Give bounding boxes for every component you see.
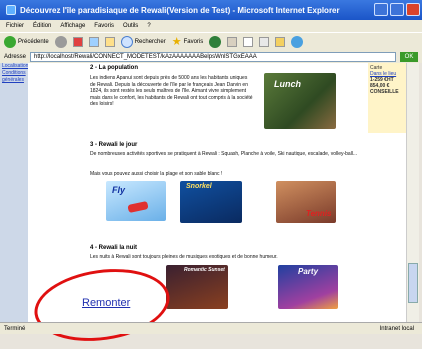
promo-price-3: CONSEILLE — [370, 89, 399, 95]
refresh-button[interactable] — [88, 36, 99, 47]
section-text-jour-2: Mais vous pouvez aussi choisir la plage … — [90, 171, 223, 177]
section-title-population: 2 - La population — [90, 65, 138, 71]
history-icon — [227, 36, 238, 47]
maximize-button[interactable] — [390, 3, 404, 16]
back-button[interactable]: Précédente — [4, 35, 49, 48]
romantic-label: Romantic Sunset — [184, 267, 225, 273]
address-bar: Adresse http://localhost/Rewali/CONNECT_… — [0, 50, 422, 63]
menu-affichage[interactable]: Affichage — [60, 23, 85, 29]
zone-text: Intranet local — [379, 325, 414, 332]
refresh-icon — [88, 36, 99, 47]
snorkel-image: Snorkel — [180, 181, 242, 223]
close-button[interactable] — [406, 3, 420, 16]
favorites-label: Favoris — [183, 38, 204, 45]
search-icon — [120, 35, 133, 48]
toolbar: Précédente Rechercher ★ Favoris — [0, 32, 422, 50]
left-column: Localisation Conditions générales — [0, 63, 28, 322]
mail-button[interactable] — [243, 36, 254, 47]
section-text-nuit: Les nuits à Rewali sont toujours pleines… — [90, 254, 278, 260]
section-text-jour: De nombreuses activités sportives se pra… — [90, 151, 358, 157]
search-label: Rechercher — [134, 38, 166, 45]
kite-shape — [127, 201, 149, 213]
link-localisation[interactable]: Localisation — [2, 63, 28, 70]
status-text: Terminé — [4, 325, 26, 332]
lunch-image: Lunch — [264, 73, 336, 129]
address-url: http://localhost/Rewali/CONNECT_MODETEST… — [34, 53, 257, 60]
promo-box: Carte Dans le lieu 1-259 €HT 854,00 € CO… — [368, 63, 406, 133]
forward-arrow-icon — [54, 35, 67, 48]
section-title-jour: 3 - Rewali le jour — [90, 142, 138, 148]
search-button[interactable]: Rechercher — [120, 35, 166, 48]
print-button[interactable] — [259, 36, 270, 47]
stop-button[interactable] — [72, 36, 83, 47]
menu-fichier[interactable]: Fichier — [6, 23, 24, 29]
favorites-button[interactable]: ★ Favoris — [172, 35, 204, 48]
fly-image: Fly — [106, 181, 166, 221]
section-text-population: Les indiens Apanui sont depuis près de 5… — [90, 75, 253, 107]
star-icon: ★ — [171, 36, 182, 48]
stop-icon — [72, 36, 83, 47]
romantic-image: Romantic Sunset — [166, 265, 228, 309]
menu-outils[interactable]: Outils — [123, 23, 138, 29]
fly-label: Fly — [112, 185, 126, 195]
media-icon — [209, 35, 222, 48]
mail-icon — [243, 36, 254, 47]
window-titlebar: Découvrez l'île paradisiaque de Rewali(V… — [0, 0, 422, 20]
address-label: Adresse — [4, 53, 27, 60]
messenger-icon — [291, 35, 304, 48]
home-icon — [104, 36, 115, 47]
scrollbar-thumb[interactable] — [408, 263, 418, 303]
go-button[interactable]: OK — [400, 51, 418, 62]
home-button[interactable] — [104, 36, 115, 47]
party-image: Party — [278, 265, 338, 309]
history-button[interactable] — [227, 36, 238, 47]
menu-bar: Fichier Édition Affichage Favoris Outils… — [0, 20, 422, 32]
tennis-image: Tennis — [276, 181, 336, 223]
tennis-label: Tennis — [306, 209, 332, 218]
remonter-link[interactable]: Remonter — [82, 297, 130, 309]
vertical-scrollbar[interactable] — [406, 63, 419, 322]
messenger-button[interactable] — [291, 35, 304, 48]
back-label: Précédente — [18, 38, 49, 45]
folder-button[interactable] — [275, 36, 286, 47]
address-input[interactable]: http://localhost/Rewali/CONNECT_MODETEST… — [30, 51, 396, 62]
lunch-label: Lunch — [274, 79, 301, 89]
snorkel-label: Snorkel — [186, 183, 212, 190]
window-title: Découvrez l'île paradisiaque de Rewali(V… — [20, 5, 340, 15]
section-title-nuit: 4 - Rewali la nuit — [90, 245, 138, 251]
menu-favoris[interactable]: Favoris — [94, 23, 114, 29]
media-button[interactable] — [209, 35, 222, 48]
menu-help[interactable]: ? — [147, 23, 150, 29]
forward-button[interactable] — [54, 35, 67, 48]
folder-icon — [275, 36, 286, 47]
status-bar: Terminé Intranet local — [0, 322, 422, 334]
party-label: Party — [298, 267, 319, 276]
menu-edition[interactable]: Édition — [33, 23, 51, 29]
print-icon — [259, 36, 270, 47]
back-arrow-icon — [4, 35, 16, 48]
link-conditions[interactable]: Conditions générales — [2, 70, 28, 84]
minimize-button[interactable] — [374, 3, 388, 16]
ie-icon — [6, 5, 16, 15]
